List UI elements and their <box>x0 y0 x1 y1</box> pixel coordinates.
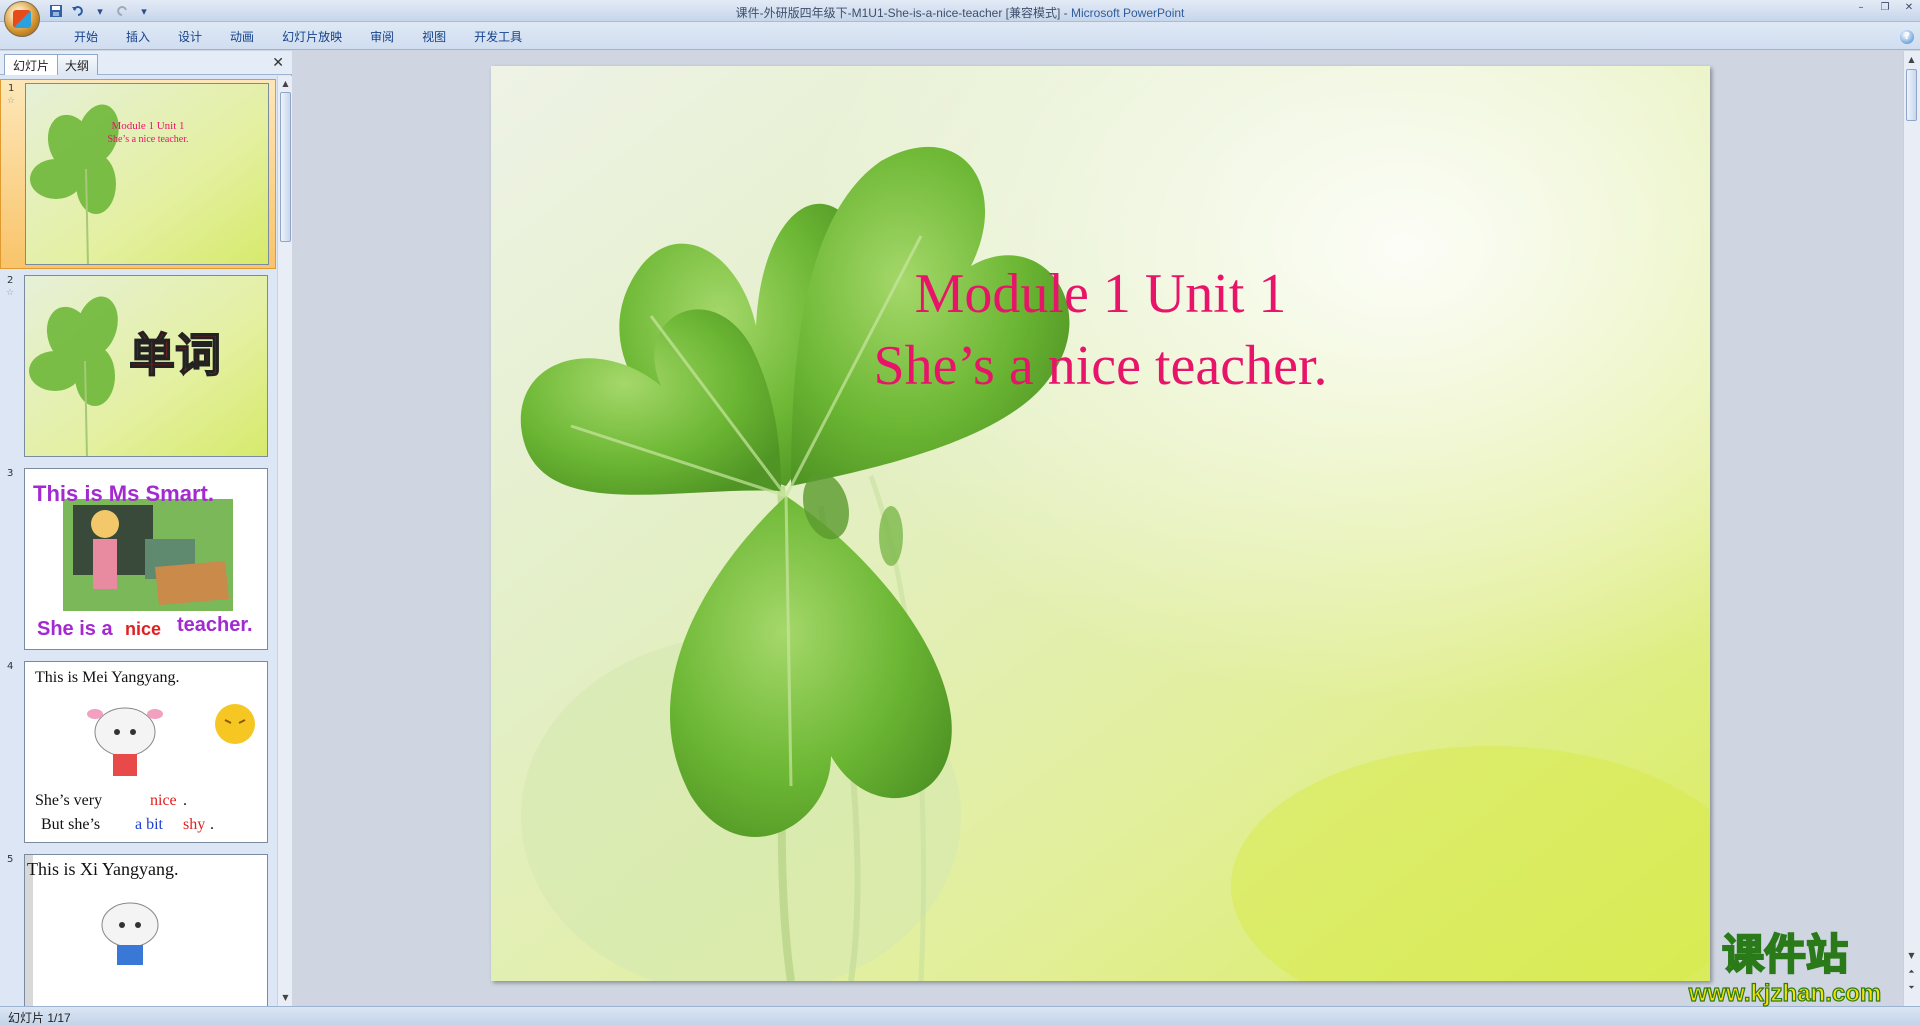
window-title: 课件-外研版四年级下-M1U1-She-is-a-nice-teacher [兼… <box>735 6 1185 20</box>
minimize-icon[interactable]: – <box>1854 2 1868 14</box>
slide-thumbnails: 1 ☆ Module 1 Unit 1 She’s a nice teacher… <box>0 76 276 1006</box>
help-icon[interactable]: ? <box>1900 30 1914 44</box>
thumb-line2-b: nice <box>125 619 161 639</box>
previous-slide-icon[interactable]: ⏶ <box>1905 965 1918 978</box>
office-logo-icon <box>13 10 31 28</box>
slide-thumbnail-2[interactable]: 2 ☆ 单词 <box>0 272 276 462</box>
slide-number: 4 <box>7 661 14 672</box>
scroll-down-icon[interactable]: ▼ <box>279 991 292 1004</box>
tab-animations[interactable]: 动画 <box>216 29 268 47</box>
slide-thumbnail-4[interactable]: 4 This is Mei Yangyang. She’s very nice … <box>0 658 276 848</box>
thumb-line2-b: nice <box>150 792 177 809</box>
thumb-title-1: Module 1 Unit 1 <box>111 120 184 132</box>
current-slide[interactable]: Module 1 Unit 1 She’s a nice teacher. <box>491 66 1710 981</box>
scroll-thumb[interactable] <box>1906 69 1917 121</box>
ribbon-tabs: 开始 插入 设计 动画 幻灯片放映 审阅 视图 开发工具 <box>60 29 536 47</box>
thumb-line2-c: . <box>183 792 187 809</box>
scroll-thumb[interactable] <box>280 92 291 242</box>
thumb-word-title: 单词 <box>129 328 221 382</box>
status-bar: 幻灯片 1/17 <box>0 1006 1920 1025</box>
scroll-down-icon[interactable]: ▼ <box>1905 949 1918 962</box>
thumb-title-2: She’s a nice teacher. <box>107 134 188 145</box>
watermark-logo: 课件站 www.kjzhan.com <box>1670 925 1900 1008</box>
slide-number: 2 <box>7 275 14 286</box>
close-pane-icon[interactable]: ✕ <box>272 55 284 71</box>
tab-outline[interactable]: 大纲 <box>56 54 99 75</box>
thumb-line3-c: shy <box>183 816 205 833</box>
pane-tabs: 幻灯片 大纲 ✕ <box>0 51 292 75</box>
scroll-up-icon[interactable]: ▲ <box>1905 53 1918 66</box>
thumb-line3-d: . <box>210 816 214 833</box>
thumbnails-scrollbar[interactable]: ▲ ▼ <box>277 76 292 1006</box>
slide-number: 5 <box>7 854 14 865</box>
ribbon: 开始 插入 设计 动画 幻灯片放映 审阅 视图 开发工具 ? <box>0 22 1920 50</box>
slide-title-line2[interactable]: She’s a nice teacher. <box>491 338 1710 394</box>
slide-number: 1 <box>8 83 15 94</box>
title-bar: ▾ ▾ 课件-外研版四年级下-M1U1-She-is-a-nice-teache… <box>0 0 1920 37</box>
tab-insert[interactable]: 插入 <box>112 29 164 47</box>
tab-view[interactable]: 视图 <box>408 29 460 47</box>
slide-number: 3 <box>7 468 14 479</box>
tab-slides[interactable]: 幻灯片 <box>4 54 59 75</box>
slide-thumbnail-1[interactable]: 1 ☆ Module 1 Unit 1 She’s a nice teacher… <box>0 79 276 269</box>
tab-design[interactable]: 设计 <box>164 29 216 47</box>
thumb-line3-b: a bit <box>135 816 164 833</box>
thumb-line1: This is Ms Smart. <box>33 481 214 506</box>
thumbnail-image: This is Mei Yangyang. She’s very nice . … <box>24 661 268 843</box>
thumb-line2-a: She’s very <box>35 792 102 809</box>
tab-slideshow[interactable]: 幻灯片放映 <box>268 29 356 47</box>
watermark-url: www.kjzhan.com <box>1688 980 1881 1007</box>
slide-counter: 幻灯片 1/17 <box>8 1011 71 1025</box>
window-controls: – ❐ ✕ <box>1854 2 1916 14</box>
thumb-line2-a: She is a <box>37 618 113 640</box>
slide-editing-area: Module 1 Unit 1 She’s a nice teacher. <box>293 51 1902 1006</box>
thumb-line1: This is Mei Yangyang. <box>35 669 179 686</box>
thumb-line1: This is Xi Yangyang. <box>27 859 179 879</box>
slide-scrollbar[interactable]: ▲ ▼ ⏶ ⏷ <box>1903 51 1920 1006</box>
thumb-line2-c: teacher. <box>177 614 253 636</box>
slide-thumbnail-5[interactable]: 5 This is Xi Yangyang. <box>0 851 276 1006</box>
thumbnail-image: Module 1 Unit 1 She’s a nice teacher. <box>25 83 269 265</box>
restore-icon[interactable]: ❐ <box>1878 2 1892 14</box>
thumb-line3-a: But she’s <box>41 816 100 833</box>
tab-developer[interactable]: 开发工具 <box>460 29 536 47</box>
watermark-title: 课件站 <box>1722 930 1848 979</box>
next-slide-icon[interactable]: ⏷ <box>1905 981 1918 994</box>
tab-review[interactable]: 审阅 <box>356 29 408 47</box>
tab-home[interactable]: 开始 <box>60 29 112 47</box>
thumbnail-image: 单词 <box>24 275 268 457</box>
animation-star-icon: ☆ <box>7 96 16 106</box>
slide-title-line1[interactable]: Module 1 Unit 1 <box>491 266 1710 322</box>
animation-star-icon: ☆ <box>6 288 15 298</box>
thumbnail-image: This is Ms Smart. She is a nice teacher. <box>24 468 268 650</box>
scroll-up-icon[interactable]: ▲ <box>279 77 292 90</box>
slide-thumbnail-3[interactable]: 3 This is Ms Smart. She is a nice teache… <box>0 465 276 655</box>
thumbnail-image: This is Xi Yangyang. <box>24 854 268 1006</box>
office-button[interactable] <box>4 1 40 37</box>
close-icon[interactable]: ✕ <box>1902 2 1916 14</box>
slides-pane: 幻灯片 大纲 ✕ 1 ☆ Module 1 Unit 1 She’s a nic… <box>0 51 292 1006</box>
